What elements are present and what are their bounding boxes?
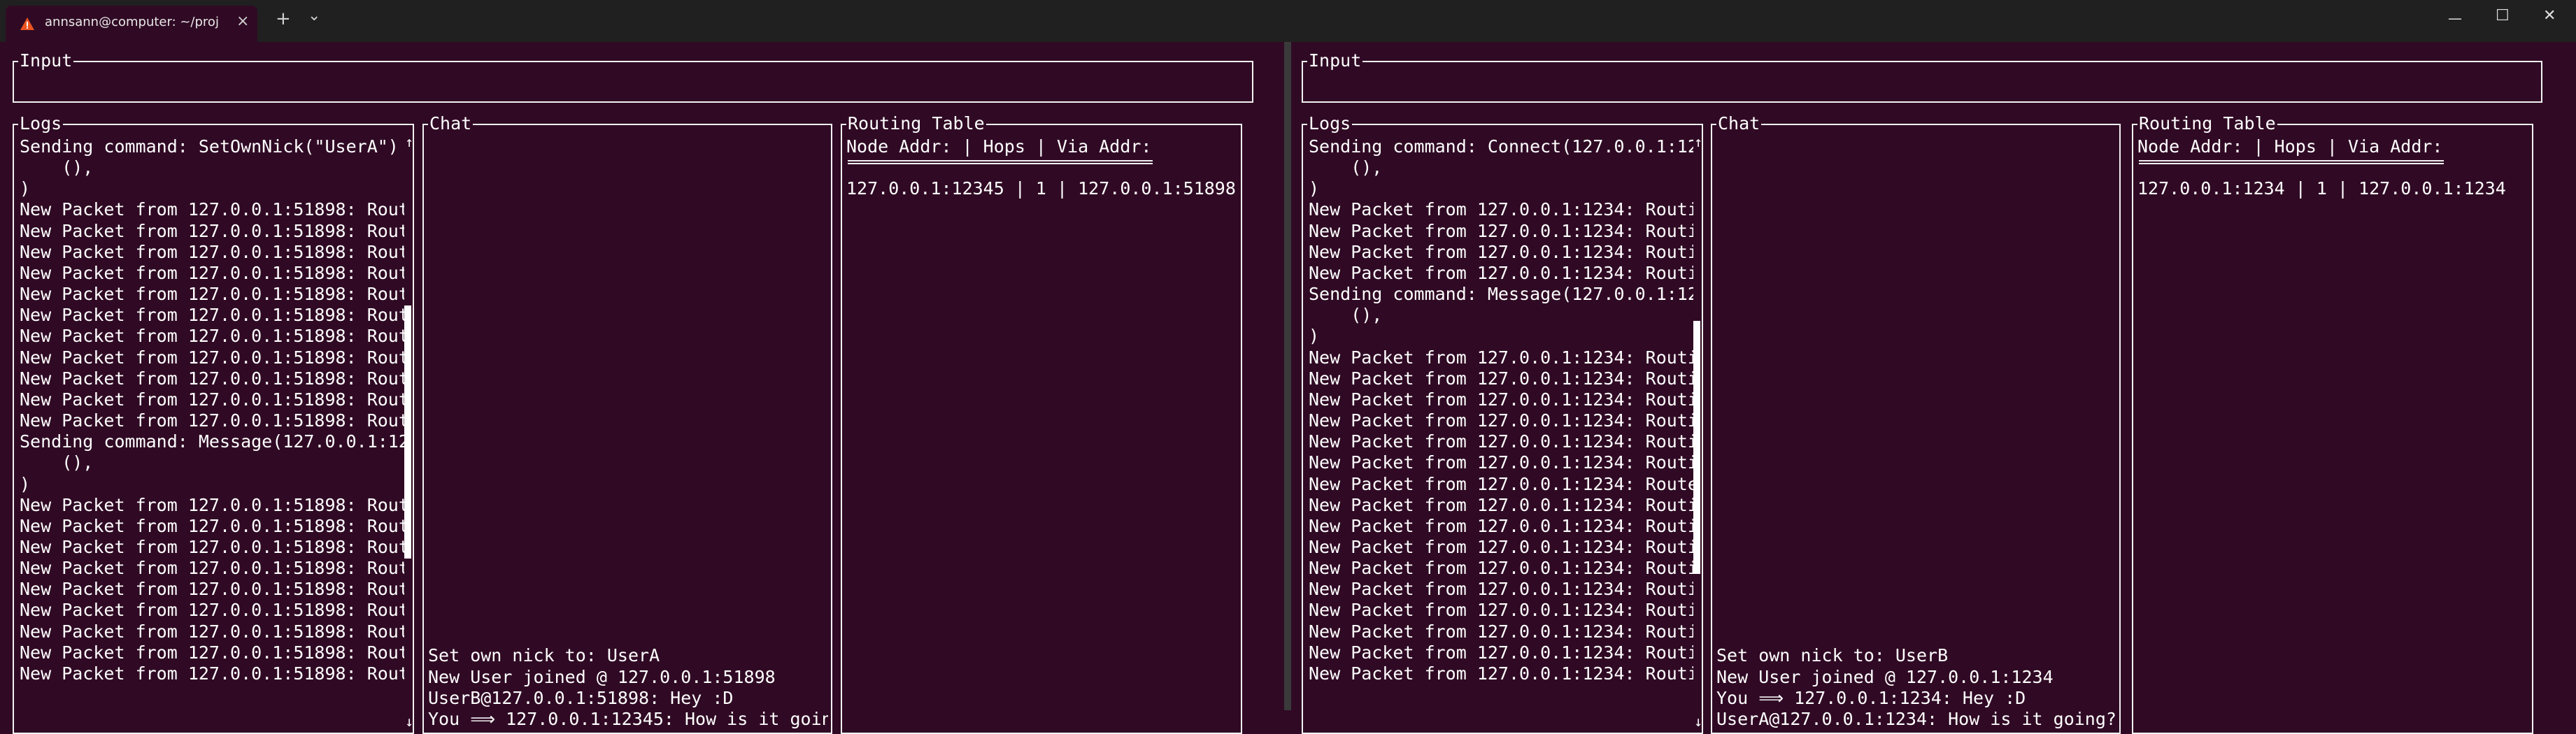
chat-box: Chat Set own nick to: UserA New User joi… — [422, 114, 832, 734]
chat-title: Chat — [1716, 113, 1762, 134]
scroll-down-icon[interactable]: ↓ — [1694, 714, 1702, 728]
chat-title: Chat — [428, 113, 474, 134]
chat-messages: Set own nick to: UserB New User joined @… — [1716, 645, 2116, 729]
logs-scrollbar[interactable] — [1693, 150, 1700, 713]
tab-title: annsann@computer: ~/project — [45, 15, 220, 29]
chat-box: Chat Set own nick to: UserB New User joi… — [1711, 114, 2121, 734]
input-box[interactable]: Input — [1302, 51, 2542, 103]
routing-table-header: Node Addr: | Hops | Via Addr: — [2137, 136, 2443, 157]
tab-dropdown-button[interactable]: ⌄ — [308, 7, 320, 24]
minimize-button[interactable]: — — [2448, 10, 2462, 27]
routing-table-box: Routing Table Node Addr: | Hops | Via Ad… — [2132, 114, 2533, 734]
new-tab-button[interactable]: + — [276, 8, 291, 29]
routing-table-row: 127.0.0.1:12345 | 1 | 127.0.0.1:51898 — [846, 178, 1236, 199]
input-title: Input — [1307, 50, 1363, 71]
routing-table-row: 127.0.0.1:1234 | 1 | 127.0.0.1:1234 — [2137, 178, 2506, 199]
scroll-down-icon[interactable]: ↓ — [405, 714, 413, 728]
routing-table-header: Node Addr: | Hops | Via Addr: — [846, 136, 1152, 157]
ubuntu-warning-icon — [20, 17, 34, 30]
input-title: Input — [18, 50, 74, 71]
routing-table-separator — [2139, 160, 2444, 164]
terminal-tab[interactable]: annsann@computer: ~/project × — [6, 6, 257, 42]
scroll-up-icon[interactable]: ↑ — [1694, 135, 1702, 149]
routing-table-box: Routing Table Node Addr: | Hops | Via Ad… — [841, 114, 1242, 734]
logs-title: Logs — [18, 113, 64, 134]
scrollbar-thumb[interactable] — [1693, 321, 1700, 574]
routing-table-separator — [848, 160, 1153, 164]
routing-table-title: Routing Table — [2137, 113, 2277, 134]
input-box[interactable]: Input — [13, 51, 1253, 103]
terminal-pane-right: Input Logs Sending command: Connect(127.… — [1291, 42, 2575, 734]
logs-text: Sending command: SetOwnNick("UserA") (),… — [20, 136, 404, 684]
terminal-pane-left: Input Logs Sending command: SetOwnNick("… — [0, 42, 1284, 734]
pane-divider[interactable] — [1284, 42, 1291, 710]
scrollbar-thumb[interactable] — [404, 305, 411, 559]
tab-close-icon[interactable]: × — [236, 13, 249, 30]
logs-text: Sending command: Connect(127.0.0.1:12 ()… — [1309, 136, 1693, 684]
maximize-button[interactable]: ☐ — [2496, 7, 2510, 24]
logs-box[interactable]: Logs Sending command: Connect(127.0.0.1:… — [1302, 114, 1703, 734]
window-close-button[interactable]: ✕ — [2543, 7, 2556, 24]
logs-box[interactable]: Logs Sending command: SetOwnNick("UserA"… — [13, 114, 414, 734]
chat-messages: Set own nick to: UserA New User joined @… — [428, 645, 828, 729]
title-bar: annsann@computer: ~/project × + ⌄ — ☐ ✕ — [0, 0, 2576, 42]
routing-table-title: Routing Table — [846, 113, 986, 134]
scroll-up-icon[interactable]: ↑ — [405, 135, 413, 149]
logs-title: Logs — [1307, 113, 1353, 134]
logs-scrollbar[interactable] — [404, 150, 411, 713]
